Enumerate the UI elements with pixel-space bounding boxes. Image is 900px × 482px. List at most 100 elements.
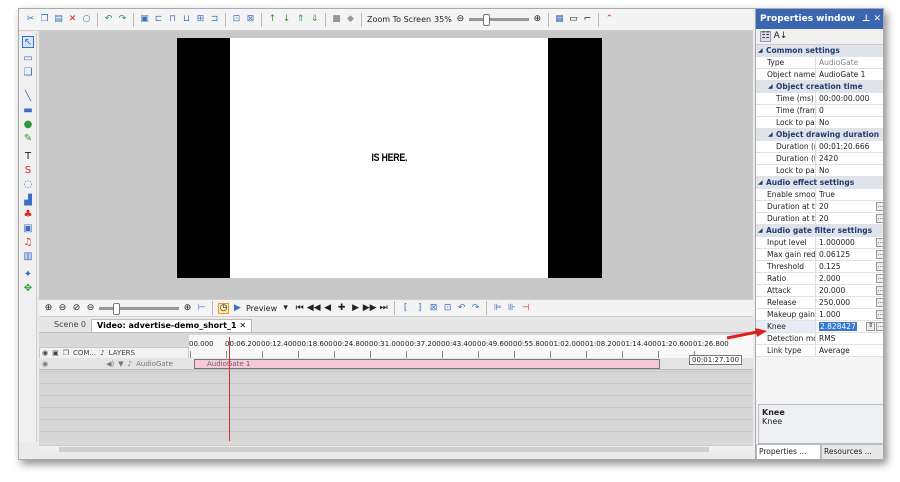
- align-top-icon[interactable]: ⊓: [167, 14, 178, 25]
- sort-alpha-icon[interactable]: A↓: [774, 31, 788, 42]
- align-middle-icon[interactable]: ⊞: [195, 14, 206, 25]
- knee-value-input[interactable]: 2.828427: [819, 322, 857, 331]
- redo-timeline-icon[interactable]: ↷: [470, 303, 481, 314]
- category-creation[interactable]: Object creation time: [756, 81, 883, 93]
- zoom-minus-icon[interactable]: ⊖: [85, 303, 96, 314]
- trim-icon[interactable]: ⊡: [442, 303, 453, 314]
- prop-row[interactable]: Makeup gain 1.000…: [756, 309, 883, 321]
- grid-icon[interactable]: ▦: [554, 14, 565, 25]
- audiogate-clip[interactable]: AudioGate 1: [194, 359, 660, 369]
- eye-icon[interactable]: ◉: [42, 360, 48, 368]
- move-down-icon[interactable]: ↓: [281, 14, 292, 25]
- ellipsis-button[interactable]: …: [876, 298, 883, 307]
- prop-row[interactable]: Attack 20.000…: [756, 285, 883, 297]
- step-forward-icon[interactable]: ▶▶: [363, 303, 377, 314]
- tab-scene[interactable]: Scene 0: [49, 319, 91, 332]
- align-left-icon[interactable]: ⊏: [153, 14, 164, 25]
- zoom-plus-icon[interactable]: ⊕: [182, 303, 193, 314]
- mark-out-icon[interactable]: ]: [414, 303, 425, 314]
- undo-icon[interactable]: ↶: [103, 14, 114, 25]
- cut-icon[interactable]: ✂: [25, 14, 36, 25]
- prop-row[interactable]: Ratio 2.000…: [756, 273, 883, 285]
- move-bottom-icon[interactable]: ⇓: [309, 14, 320, 25]
- copy-layer-icon[interactable]: ❐: [63, 349, 69, 357]
- tab-resources[interactable]: Resources ...: [821, 444, 883, 459]
- zoom-to-screen-button[interactable]: Zoom To Screen: [367, 15, 431, 24]
- prop-row[interactable]: Release 250.000…: [756, 297, 883, 309]
- preview-area[interactable]: IS HERE.: [39, 31, 753, 301]
- close-icon[interactable]: ✕: [873, 14, 881, 24]
- layers-tool-icon[interactable]: ❑: [22, 66, 34, 78]
- mark-in-icon[interactable]: [: [400, 303, 411, 314]
- zoom-fit-timeline-icon[interactable]: ⊘: [71, 303, 82, 314]
- marker-icon[interactable]: ✚: [336, 303, 347, 314]
- ellipsis-button[interactable]: …: [876, 214, 883, 223]
- horizontal-scrollbar[interactable]: [39, 445, 753, 453]
- spin-button[interactable]: ⇕: [866, 322, 875, 331]
- prop-row[interactable]: Time (frame0: [756, 105, 883, 117]
- move-top-icon[interactable]: ⇑: [295, 14, 306, 25]
- prop-value-cell[interactable]: 20.000…: [816, 285, 883, 296]
- ellipsis-button[interactable]: …: [876, 202, 883, 211]
- lock-icon[interactable]: ▣: [52, 349, 59, 357]
- prop-row[interactable]: Threshold 0.125…: [756, 261, 883, 273]
- prev-frame-icon[interactable]: ◀: [322, 303, 333, 314]
- snap-icon[interactable]: ▭: [568, 14, 579, 25]
- time-ruler[interactable]: 00.000 00:06.200 00:12.400 00:18.600 00:24.8…: [189, 335, 753, 359]
- prop-value[interactable]: Average: [816, 345, 883, 356]
- expand-icon[interactable]: ▼: [118, 360, 123, 368]
- category-drawing[interactable]: Object drawing duration: [756, 129, 883, 141]
- categorized-icon[interactable]: ☷: [760, 31, 771, 42]
- freeform-tool-icon[interactable]: ✎: [22, 132, 34, 144]
- zoom-out-icon[interactable]: ⊖: [455, 14, 466, 25]
- knee-value-cell[interactable]: 2.828427 ⇕…: [816, 321, 883, 332]
- tab-video[interactable]: Video: advertise-demo_short_1 ✕: [91, 319, 253, 332]
- chart-tool-icon[interactable]: ▟: [22, 194, 34, 206]
- prop-value[interactable]: No: [816, 165, 883, 176]
- delete-icon[interactable]: ✕: [67, 14, 78, 25]
- move-up-icon[interactable]: ↑: [267, 14, 278, 25]
- color-icon[interactable]: ⌃: [604, 14, 615, 25]
- shape-icon[interactable]: ◆: [345, 14, 356, 25]
- prop-value[interactable]: 00:00:00.000: [816, 93, 883, 104]
- prop-row[interactable]: Type AudioGate: [756, 57, 883, 69]
- distribute-icon[interactable]: ⊪: [506, 303, 517, 314]
- paste-icon[interactable]: ▤: [53, 14, 64, 25]
- align-center-icon[interactable]: ▣: [139, 14, 150, 25]
- prop-value[interactable]: 0: [816, 105, 883, 116]
- category-audio-effect[interactable]: Audio effect settings: [756, 177, 883, 189]
- redo-icon[interactable]: ↷: [117, 14, 128, 25]
- zoom-level[interactable]: 35%: [434, 15, 452, 24]
- stretch-icon[interactable]: ⊠: [245, 14, 256, 25]
- prop-row[interactable]: Duration at the20…: [756, 213, 883, 225]
- play-icon[interactable]: ▶: [232, 303, 243, 314]
- animation-tool-icon[interactable]: ♣: [22, 208, 34, 220]
- prop-row[interactable]: Object name AudioGate 1: [756, 69, 883, 81]
- go-end-icon[interactable]: ⏭: [378, 303, 389, 314]
- undo-timeline-icon[interactable]: ↶: [456, 303, 467, 314]
- video-tool-icon[interactable]: ▥: [22, 250, 34, 262]
- eye-icon[interactable]: ◉: [42, 349, 48, 357]
- fit-range-icon[interactable]: ⊢: [196, 303, 207, 314]
- prop-row[interactable]: Max gain reduc0.06125…: [756, 249, 883, 261]
- zoom-slider[interactable]: [468, 14, 529, 26]
- line-tool-icon[interactable]: ╲: [22, 90, 34, 102]
- prop-value-cell[interactable]: 20…: [816, 201, 883, 212]
- prop-value[interactable]: RMS: [816, 333, 883, 344]
- align-end-icon[interactable]: ⊣: [520, 303, 531, 314]
- go-start-icon[interactable]: ⏮: [294, 303, 305, 314]
- next-frame-icon[interactable]: ▶: [350, 303, 361, 314]
- copy-icon[interactable]: ❐: [39, 14, 50, 25]
- prop-row[interactable]: Duration (fra2420: [756, 153, 883, 165]
- prop-row[interactable]: Duration at the20…: [756, 201, 883, 213]
- ellipsis-button[interactable]: …: [876, 322, 883, 331]
- speaker-icon[interactable]: ◀): [106, 360, 114, 368]
- prop-row-knee[interactable]: Knee 2.828427 ⇕…: [756, 321, 883, 333]
- loop-icon[interactable]: ◷: [218, 302, 229, 314]
- move-tool-icon[interactable]: ✥: [22, 282, 34, 294]
- category-audio-gate[interactable]: Audio gate filter settings: [756, 225, 883, 237]
- prop-value-cell[interactable]: 20…: [816, 213, 883, 224]
- subtitle-tool-icon[interactable]: S: [22, 164, 34, 176]
- ellipsis-button[interactable]: …: [876, 262, 883, 271]
- ellipsis-button[interactable]: …: [876, 310, 883, 319]
